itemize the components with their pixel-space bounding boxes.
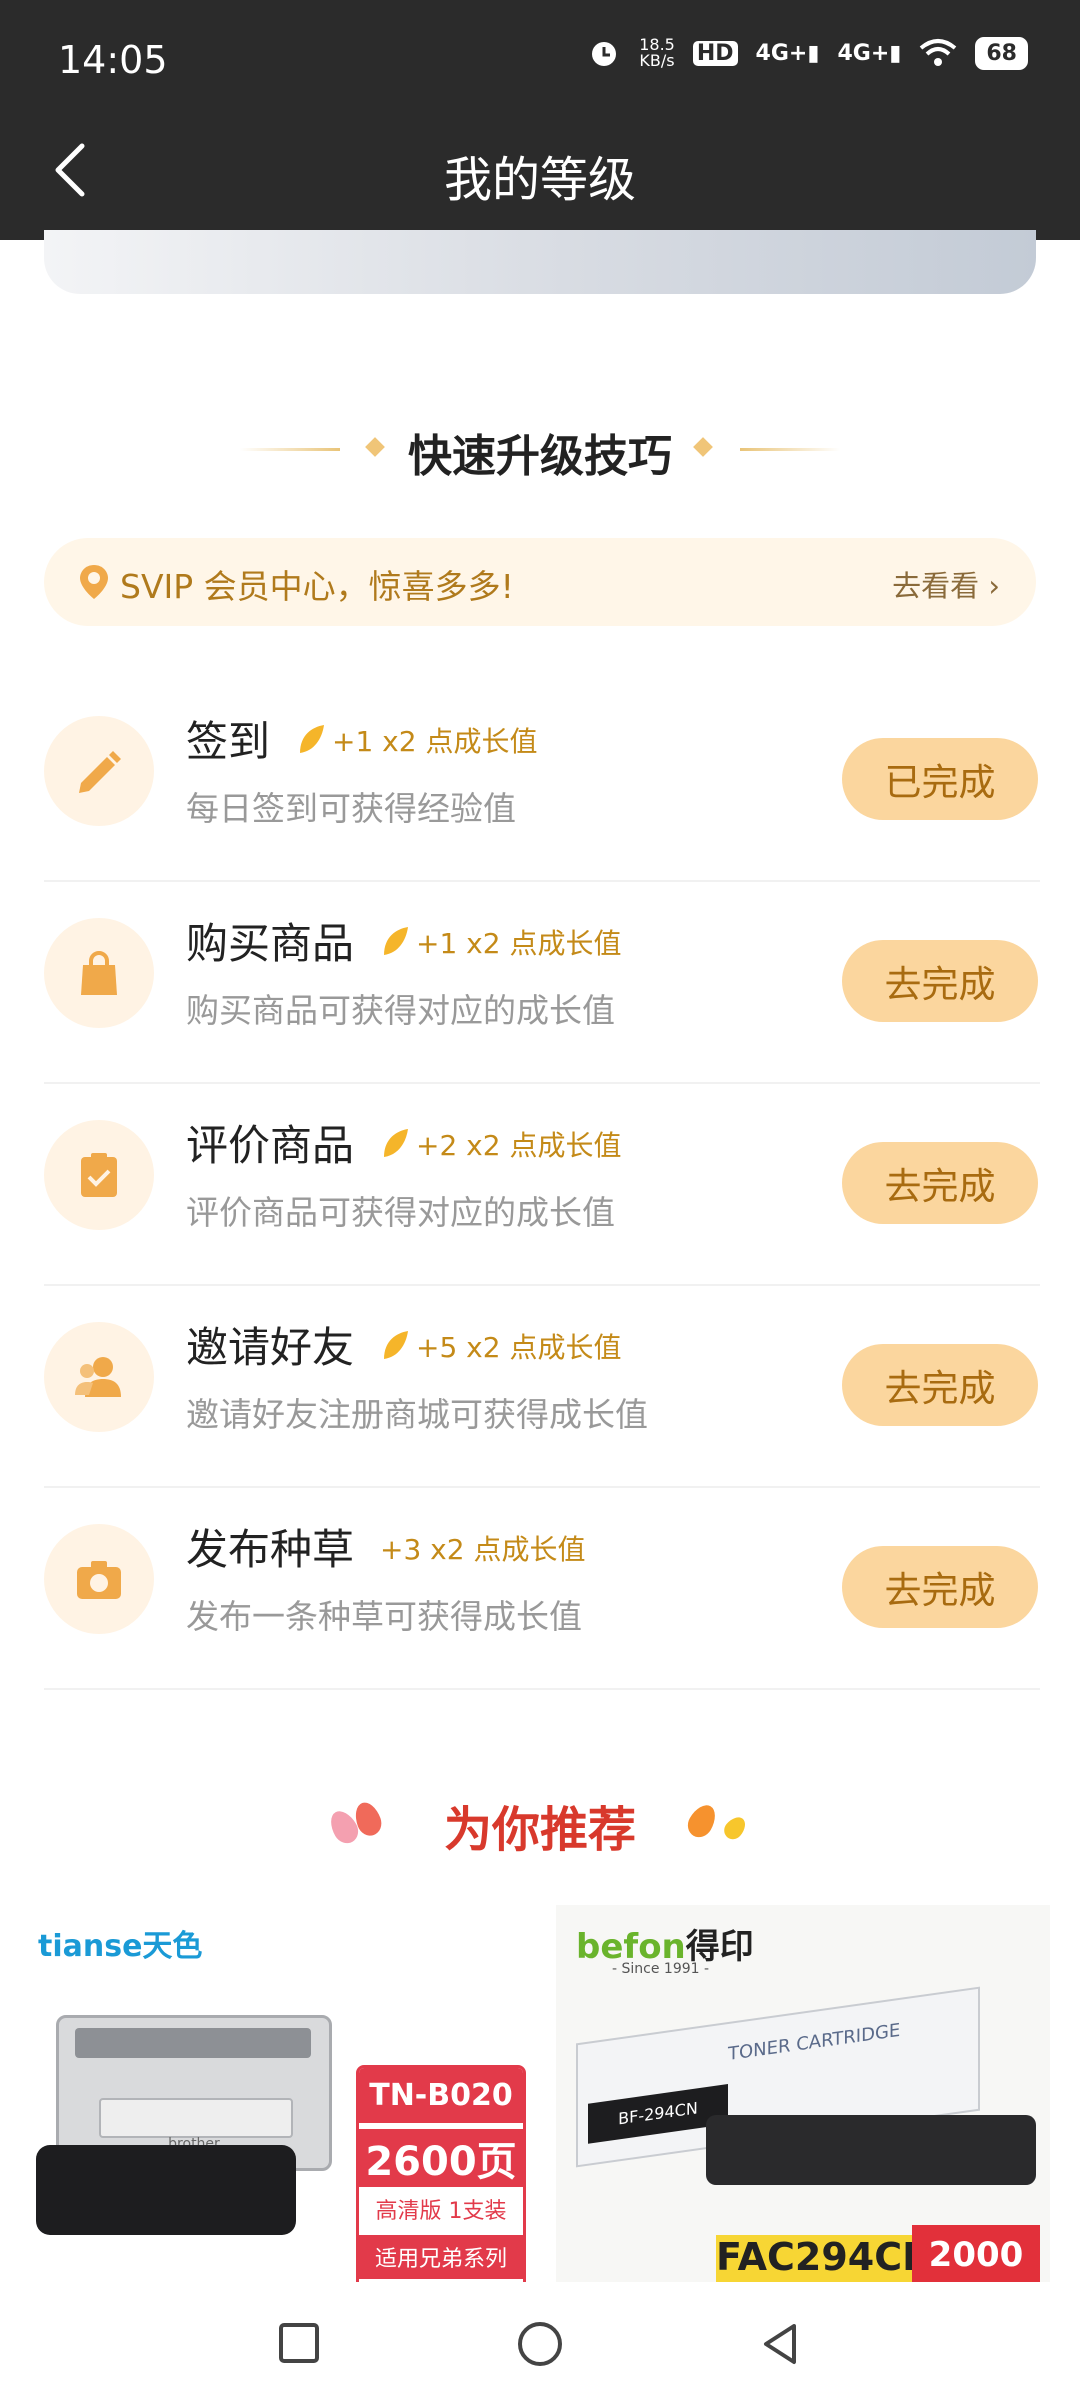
- product-brand: tianse天色: [38, 1929, 203, 1964]
- level-card: [44, 230, 1036, 294]
- toner-cartridge-image: [706, 2115, 1036, 2185]
- task-button[interactable]: 去完成: [842, 1546, 1038, 1628]
- system-nav-bar: [0, 2282, 1080, 2408]
- location-pin-icon: [80, 565, 108, 599]
- task-reward: +2 x2 点成长值: [380, 1124, 621, 1164]
- task-row-review: 评价商品 +2 x2 点成长值 评价商品可获得对应的成长值 去完成: [44, 1084, 1040, 1286]
- product-model-label: FAC294CN: [716, 2235, 934, 2285]
- task-desc: 每日签到可获得经验值: [186, 789, 516, 828]
- wifi-icon: [920, 39, 957, 66]
- task-icon-container: [44, 716, 154, 826]
- product-card-befon[interactable]: befon得印 - Since 1991 - BF-294CN TONER CA…: [556, 1905, 1050, 2285]
- task-desc: 邀请好友注册商城可获得成长值: [186, 1395, 648, 1434]
- svip-banner[interactable]: SVIP 会员中心，惊喜多多! 去看看 ›: [44, 538, 1036, 626]
- task-desc: 购买商品可获得对应的成长值: [186, 991, 615, 1030]
- net-speed: 18.5 KB/s: [639, 35, 675, 70]
- leaf-icon: [384, 1129, 408, 1157]
- task-title: 购买商品: [186, 919, 355, 968]
- decor-line-right: [740, 448, 840, 451]
- task-desc: 发布一条种草可获得成长值: [186, 1597, 582, 1636]
- task-reward: +1 x2 点成长值: [380, 922, 621, 962]
- page-title: 我的等级: [443, 152, 636, 208]
- task-reward: +1 x2 点成长值: [296, 720, 537, 760]
- task-row-post: 发布种草 +3 x2 点成长值 发布一条种草可获得成长值 去完成: [44, 1488, 1040, 1690]
- signal-sim1-icon: 4G+▮: [755, 40, 820, 66]
- toner-image: [36, 2145, 296, 2235]
- task-title: 发布种草: [186, 1525, 355, 1574]
- leaf-icon: [300, 725, 324, 753]
- product-sticker: TN-B020 2600页 高清版 1支装 适用兄弟系列: [356, 2065, 526, 2285]
- home-icon[interactable]: [516, 2320, 564, 2368]
- task-icon-container: [44, 1524, 154, 1634]
- svip-link[interactable]: 去看看 ›: [892, 563, 1000, 605]
- shopping-bag-icon: [81, 951, 117, 995]
- task-button[interactable]: 去完成: [842, 940, 1038, 1022]
- signal-sim2-icon: 4G+▮: [837, 40, 902, 66]
- users-icon: [75, 1357, 121, 1397]
- task-button[interactable]: 去完成: [842, 1142, 1038, 1224]
- task-reward: +5 x2 点成长值: [380, 1326, 621, 1366]
- task-button[interactable]: 已完成: [842, 738, 1038, 820]
- camera-icon: [77, 1561, 121, 1599]
- leaf-icon: [384, 927, 408, 955]
- hd-icon: HD: [692, 40, 738, 66]
- task-icon-container: [44, 1120, 154, 1230]
- task-icon-container: [44, 918, 154, 1028]
- pencil-icon: [79, 751, 121, 793]
- product-pages-label: 2000页: [912, 2225, 1040, 2285]
- task-title: 邀请好友: [186, 1323, 355, 1372]
- task-button[interactable]: 去完成: [842, 1344, 1038, 1426]
- svip-banner-text: SVIP 会员中心，惊喜多多!: [120, 567, 514, 606]
- battery-icon: 68: [975, 36, 1028, 70]
- leaf-icon: [384, 1331, 408, 1359]
- task-title: 评价商品: [186, 1121, 355, 1170]
- back-icon[interactable]: [758, 2320, 802, 2368]
- task-row-sign-in: 签到 +1 x2 点成长值 每日签到可获得经验值 已完成: [44, 680, 1040, 882]
- recent-apps-icon[interactable]: [278, 2322, 320, 2364]
- alarm-icon: [592, 42, 617, 66]
- task-row-invite: 邀请好友 +5 x2 点成长值 邀请好友注册商城可获得成长值 去完成: [44, 1286, 1040, 1488]
- top-bar: 14:05 18.5 KB/s HD 4G+▮ 4G+▮ 68 我的等级: [0, 0, 1080, 240]
- recommend-title: 为你推荐: [443, 1802, 636, 1858]
- product-card-tianse[interactable]: tianse天色 brother TN-B020 2600页 高清版 1支装 适…: [36, 1905, 530, 2285]
- task-title: 签到: [186, 717, 271, 766]
- status-icons: 18.5 KB/s HD 4G+▮ 4G+▮ 68: [587, 36, 1028, 70]
- clipboard-check-icon: [81, 1153, 117, 1197]
- task-icon-container: [44, 1322, 154, 1432]
- section-title: 快速升级技巧: [408, 431, 672, 482]
- task-reward: +3 x2 点成长值: [380, 1533, 586, 1566]
- brand-since: - Since 1991 -: [612, 1961, 710, 1977]
- task-row-purchase: 购买商品 +1 x2 点成长值 购买商品可获得对应的成长值 去完成: [44, 882, 1040, 1084]
- status-time: 14:05: [58, 38, 168, 82]
- task-desc: 评价商品可获得对应的成长值: [186, 1193, 615, 1232]
